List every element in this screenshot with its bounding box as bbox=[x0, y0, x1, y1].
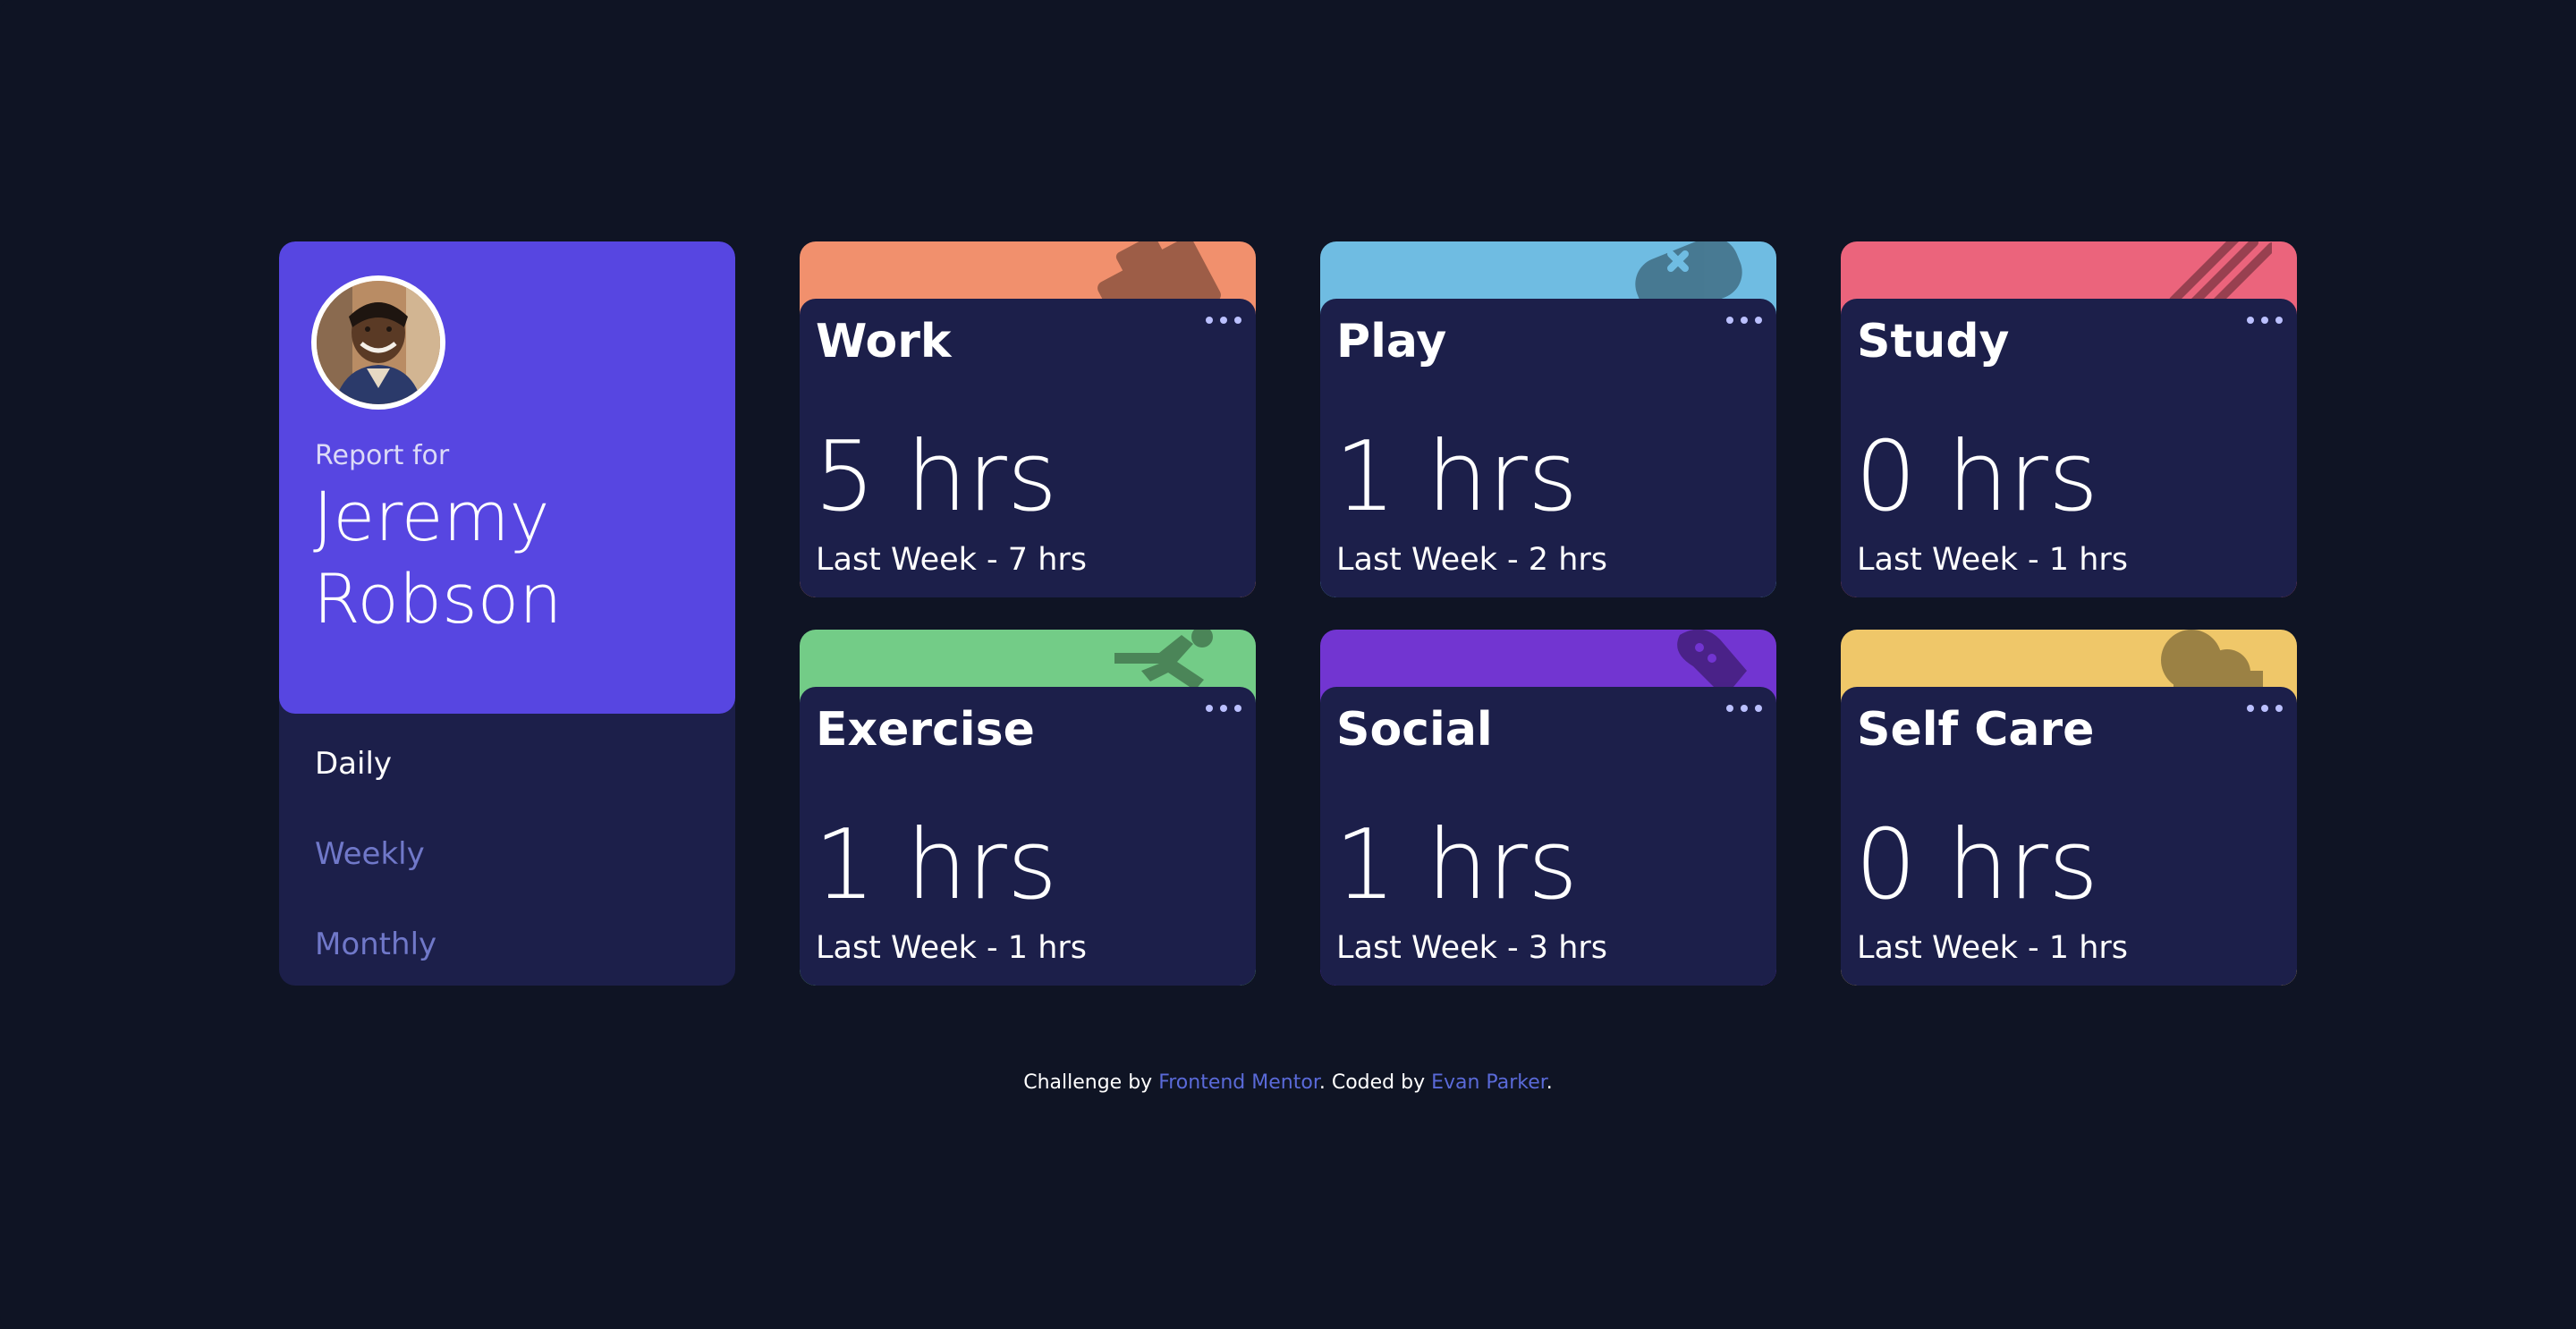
author-link[interactable]: Evan Parker bbox=[1431, 1071, 1546, 1094]
previous-hours: Last Week - 2 hrs bbox=[1336, 542, 1608, 578]
card-body: Self Care 0 hrs Last Week - 1 hrs bbox=[1841, 687, 2297, 986]
card-title: Play bbox=[1336, 315, 1447, 368]
avatar bbox=[311, 275, 445, 410]
card-body: Play 1 hrs Last Week - 2 hrs bbox=[1320, 299, 1776, 597]
current-hours: 1 hrs bbox=[1335, 421, 1579, 533]
tab-weekly[interactable]: Weekly bbox=[315, 833, 436, 923]
ellipsis-menu-icon[interactable] bbox=[1726, 696, 1762, 721]
card-self-care: Self Care 0 hrs Last Week - 1 hrs bbox=[1841, 630, 2297, 986]
previous-hours: Last Week - 1 hrs bbox=[816, 930, 1088, 966]
tab-daily[interactable]: Daily bbox=[315, 742, 436, 833]
report-for-label: Report for bbox=[315, 440, 450, 471]
ellipsis-menu-icon[interactable] bbox=[2247, 696, 2283, 721]
ellipsis-menu-icon[interactable] bbox=[1206, 696, 1241, 721]
tab-monthly[interactable]: Monthly bbox=[315, 923, 436, 986]
current-hours: 5 hrs bbox=[814, 421, 1058, 533]
card-title: Exercise bbox=[816, 703, 1035, 757]
previous-hours: Last Week - 1 hrs bbox=[1857, 542, 2129, 578]
card-title: Study bbox=[1857, 315, 2010, 368]
attribution-footer: Challenge by Frontend Mentor. Coded by E… bbox=[0, 1071, 2576, 1094]
card-title: Work bbox=[816, 315, 952, 368]
profile-header: Report for Jeremy Robson bbox=[279, 241, 735, 714]
current-hours: 1 hrs bbox=[814, 809, 1058, 921]
card-study: Study 0 hrs Last Week - 1 hrs bbox=[1841, 241, 2297, 597]
profile-panel: Report for Jeremy Robson Daily Weekly Mo… bbox=[279, 241, 735, 986]
card-work: Work 5 hrs Last Week - 7 hrs bbox=[800, 241, 1256, 597]
card-title: Social bbox=[1336, 703, 1493, 757]
card-body: Study 0 hrs Last Week - 1 hrs bbox=[1841, 299, 2297, 597]
frontend-mentor-link[interactable]: Frontend Mentor bbox=[1158, 1071, 1319, 1094]
previous-hours: Last Week - 3 hrs bbox=[1336, 930, 1608, 966]
ellipsis-menu-icon[interactable] bbox=[2247, 308, 2283, 333]
ellipsis-menu-icon[interactable] bbox=[1726, 308, 1762, 333]
user-name: Jeremy Robson bbox=[313, 477, 563, 639]
period-tabs: Daily Weekly Monthly bbox=[315, 742, 436, 986]
footer-prefix: Challenge by bbox=[1023, 1071, 1159, 1094]
footer-suffix: . bbox=[1546, 1071, 1553, 1094]
card-exercise: Exercise 1 hrs Last Week - 1 hrs bbox=[800, 630, 1256, 986]
current-hours: 1 hrs bbox=[1335, 809, 1579, 921]
user-avatar-photo-icon bbox=[317, 281, 440, 404]
footer-middle: . Coded by bbox=[1318, 1071, 1432, 1094]
app-frame: Report for Jeremy Robson Daily Weekly Mo… bbox=[0, 0, 2576, 1329]
card-social: Social 1 hrs Last Week - 3 hrs bbox=[1320, 630, 1776, 986]
current-hours: 0 hrs bbox=[1855, 809, 2099, 921]
card-body: Exercise 1 hrs Last Week - 1 hrs bbox=[800, 687, 1256, 986]
card-body: Social 1 hrs Last Week - 3 hrs bbox=[1320, 687, 1776, 986]
previous-hours: Last Week - 7 hrs bbox=[816, 542, 1088, 578]
card-play: Play 1 hrs Last Week - 2 hrs bbox=[1320, 241, 1776, 597]
current-hours: 0 hrs bbox=[1855, 421, 2099, 533]
previous-hours: Last Week - 1 hrs bbox=[1857, 930, 2129, 966]
card-title: Self Care bbox=[1857, 703, 2095, 757]
ellipsis-menu-icon[interactable] bbox=[1206, 308, 1241, 333]
card-body: Work 5 hrs Last Week - 7 hrs bbox=[800, 299, 1256, 597]
